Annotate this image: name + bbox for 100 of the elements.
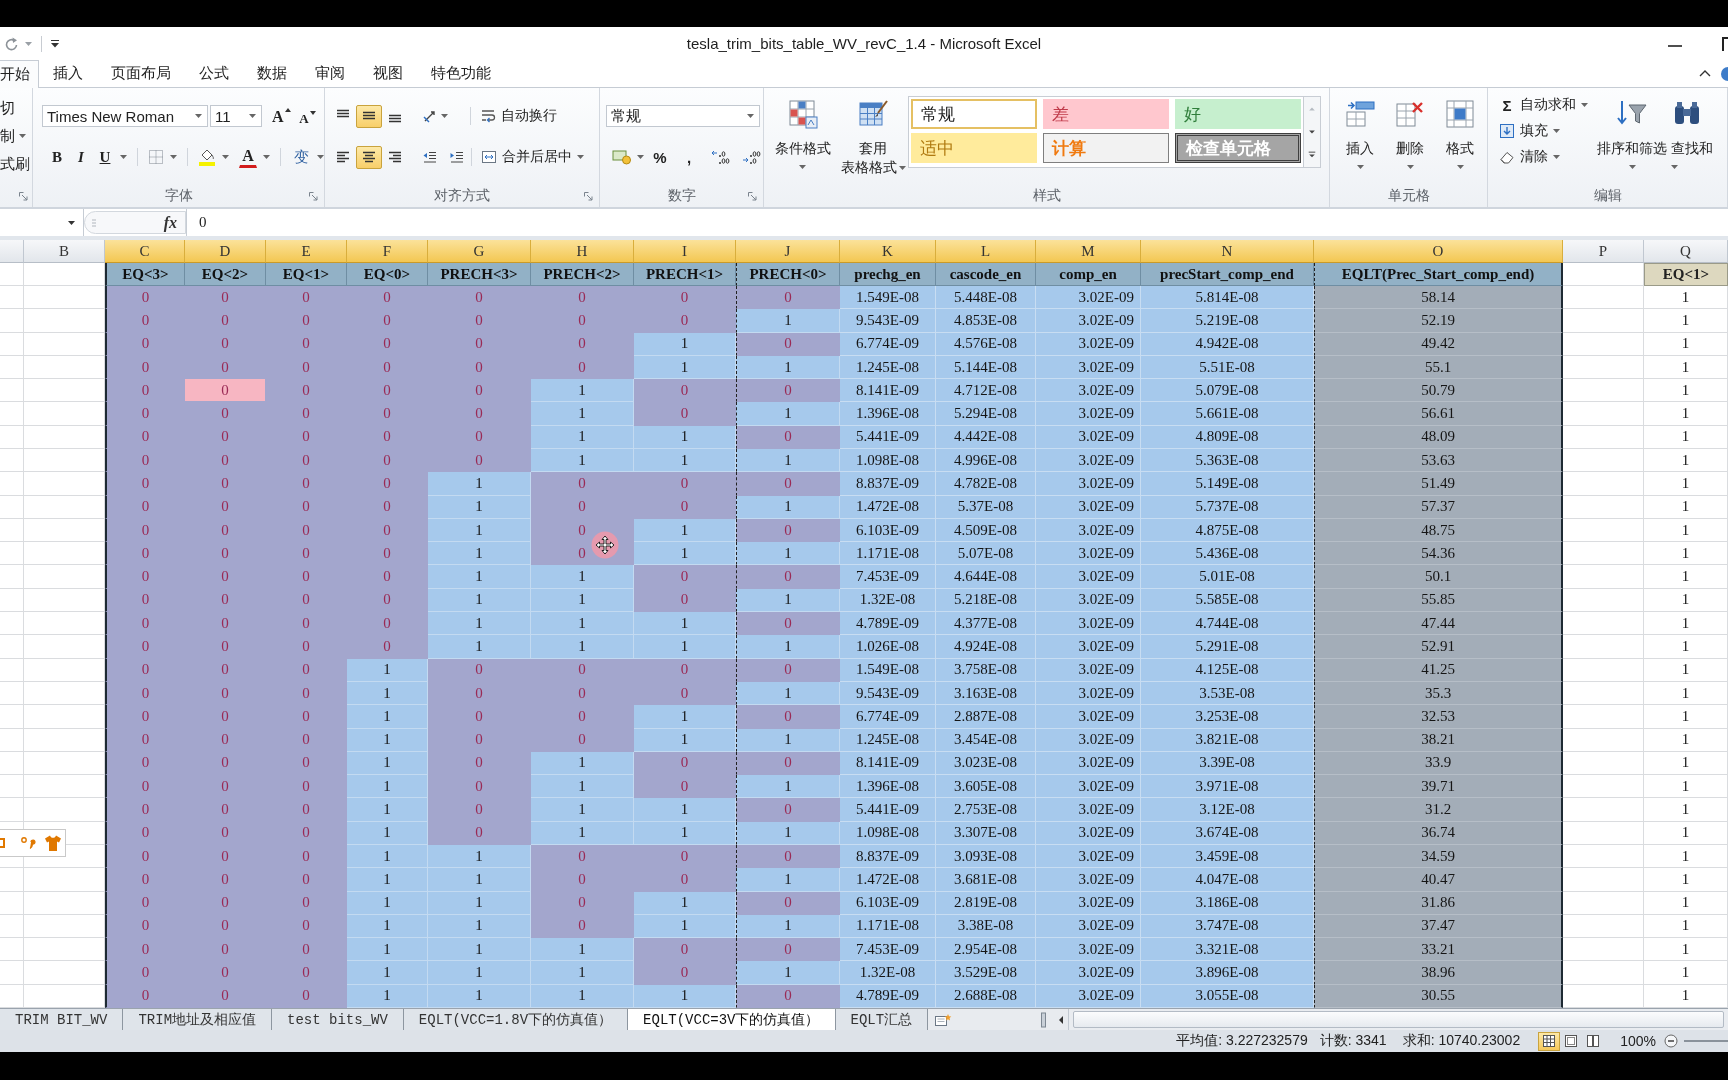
column-header[interactable]: Q (1644, 240, 1728, 263)
ribbon-tab[interactable]: 特色功能 (417, 60, 505, 87)
punctuation-mode-icon[interactable] (20, 836, 36, 850)
ribbon-tab[interactable]: 插入 (39, 60, 97, 87)
tab-splitter-icon[interactable] (1041, 1011, 1046, 1028)
column-header[interactable]: P (1563, 240, 1644, 263)
zoom-out-icon[interactable] (1664, 1034, 1678, 1048)
zoom-level[interactable]: 100% (1620, 1033, 1656, 1049)
format-cells-button[interactable]: 格式 (1435, 88, 1485, 185)
cell-style-option[interactable]: 好 (1175, 99, 1301, 129)
dialog-launcher-icon[interactable] (584, 191, 593, 201)
wrap-text-button[interactable]: 自动换行 (479, 105, 558, 127)
increase-indent-icon[interactable] (449, 149, 465, 165)
minimize-icon[interactable] (1668, 44, 1682, 47)
copy-button[interactable]: 制 (0, 122, 32, 150)
table-cell: 1 (347, 961, 428, 985)
format-painter-button[interactable]: 式刷 (0, 150, 32, 178)
collapse-ribbon-icon[interactable] (1699, 70, 1711, 77)
decrease-decimal-icon[interactable] (742, 149, 762, 165)
insert-sheet-icon[interactable] (934, 1012, 953, 1027)
column-header[interactable]: I (634, 240, 736, 263)
view-button[interactable] (1538, 1031, 1561, 1051)
insert-cells-button[interactable]: 插入 (1335, 88, 1385, 185)
align-button[interactable] (356, 104, 382, 128)
scrollbar-thumb[interactable] (1073, 1011, 1724, 1028)
ime-mode-icon[interactable] (0, 836, 6, 850)
customize-icon[interactable] (51, 39, 59, 48)
sheet-tab[interactable]: TRIM地址及相应值 (123, 1009, 273, 1030)
ribbon-tab[interactable]: 视图 (359, 60, 417, 87)
ribbon-tab[interactable]: 数据 (243, 60, 301, 87)
font-name-field[interactable]: Times New Roman (42, 105, 208, 127)
shirt-icon[interactable] (44, 834, 62, 852)
comma-style-button[interactable]: , (678, 146, 700, 168)
sheet-tab[interactable]: EQLT(VCC=3V下的仿真值） (628, 1009, 836, 1030)
fill-button[interactable]: 填充 (1498, 118, 1594, 144)
clear-button[interactable]: 清除 (1498, 144, 1594, 170)
column-header[interactable]: M (1036, 240, 1141, 263)
decrease-indent-icon[interactable] (422, 149, 438, 165)
increase-decimal-icon[interactable] (711, 149, 731, 165)
grip-icon[interactable] (91, 217, 97, 228)
column-header[interactable]: E (266, 240, 347, 263)
dialog-launcher-icon[interactable] (19, 191, 28, 201)
font-color-button[interactable]: A (239, 146, 257, 168)
column-header[interactable]: B (24, 240, 105, 263)
find-select-button[interactable]: 查找和 (1670, 88, 1726, 185)
caret-icon[interactable] (441, 114, 448, 118)
font-size-field[interactable]: 11 (210, 105, 262, 127)
help-icon[interactable] (1721, 66, 1728, 81)
accounting-format-icon[interactable] (612, 149, 632, 165)
formula-input-field[interactable]: 0 (186, 209, 1728, 236)
sheet-tab[interactable]: EQLT(VCC=1.8V下的仿真值） (403, 1009, 629, 1030)
dialog-launcher-icon[interactable] (309, 191, 318, 201)
column-header[interactable]: N (1141, 240, 1314, 263)
sheet-tab[interactable]: test bits_WV (272, 1009, 404, 1030)
sort-filter-button[interactable]: 排序和筛选 (1594, 88, 1670, 185)
text-orientation-icon[interactable] (422, 108, 438, 124)
underline-button[interactable]: U (96, 146, 114, 168)
shrink-font-button[interactable]: A (297, 105, 318, 127)
conditional-formatting-button[interactable]: 条件格式 (767, 88, 838, 185)
percent-style-button[interactable]: % (649, 146, 671, 168)
sheet-tab[interactable]: EQLT汇总 (835, 1009, 929, 1030)
align-button[interactable] (356, 145, 382, 169)
ribbon-tab[interactable]: 开始 (0, 60, 39, 88)
column-header[interactable]: L (936, 240, 1036, 263)
cell-style-option[interactable]: 差 (1043, 99, 1169, 129)
cut-button[interactable]: 切 (0, 94, 32, 122)
table-cell: 0 (531, 309, 634, 333)
caret-icon[interactable] (195, 114, 202, 118)
column-header[interactable]: C (105, 240, 185, 263)
header-cell: PRECH<2> (531, 263, 634, 286)
phonetic-guide-button[interactable]: 变 (291, 146, 311, 168)
redo-icon[interactable] (4, 35, 20, 52)
ribbon-tab[interactable]: 公式 (185, 60, 243, 87)
column-header[interactable]: F (347, 240, 428, 263)
italic-button[interactable]: I (72, 146, 90, 168)
caret-icon[interactable] (68, 220, 75, 225)
maximize-icon[interactable] (1722, 36, 1728, 51)
sheet-tab[interactable]: TRIM BIT_WV (0, 1009, 124, 1030)
caret-icon[interactable] (249, 114, 256, 118)
grow-font-button[interactable]: A (271, 105, 292, 127)
column-header[interactable]: D (185, 240, 266, 263)
merge-center-button[interactable]: 合并后居中 (480, 146, 585, 168)
cell-style-option[interactable]: 常规 (911, 99, 1037, 129)
insert-function-button[interactable]: fx (163, 213, 177, 232)
format-as-table-button[interactable]: 套用 表格格式 (838, 88, 908, 185)
ribbon-tab[interactable]: 页面布局 (97, 60, 185, 87)
column-header[interactable]: O (1314, 240, 1563, 263)
ribbon-tab[interactable]: 审阅 (301, 60, 359, 87)
column-header[interactable]: K (840, 240, 936, 263)
column-header[interactable]: J (736, 240, 840, 263)
dialog-launcher-icon[interactable] (748, 191, 757, 201)
caret-icon[interactable] (747, 114, 754, 118)
number-format-field[interactable]: 常规 (606, 105, 760, 127)
delete-cells-button[interactable]: 删除 (1385, 88, 1435, 185)
column-header[interactable]: H (531, 240, 634, 263)
column-header[interactable]: G (428, 240, 531, 263)
autosum-button[interactable]: Σ 自动求和 (1498, 92, 1594, 118)
caret-icon[interactable] (19, 134, 26, 138)
fill-color-icon[interactable] (198, 148, 216, 166)
bold-button[interactable]: B (48, 146, 66, 168)
